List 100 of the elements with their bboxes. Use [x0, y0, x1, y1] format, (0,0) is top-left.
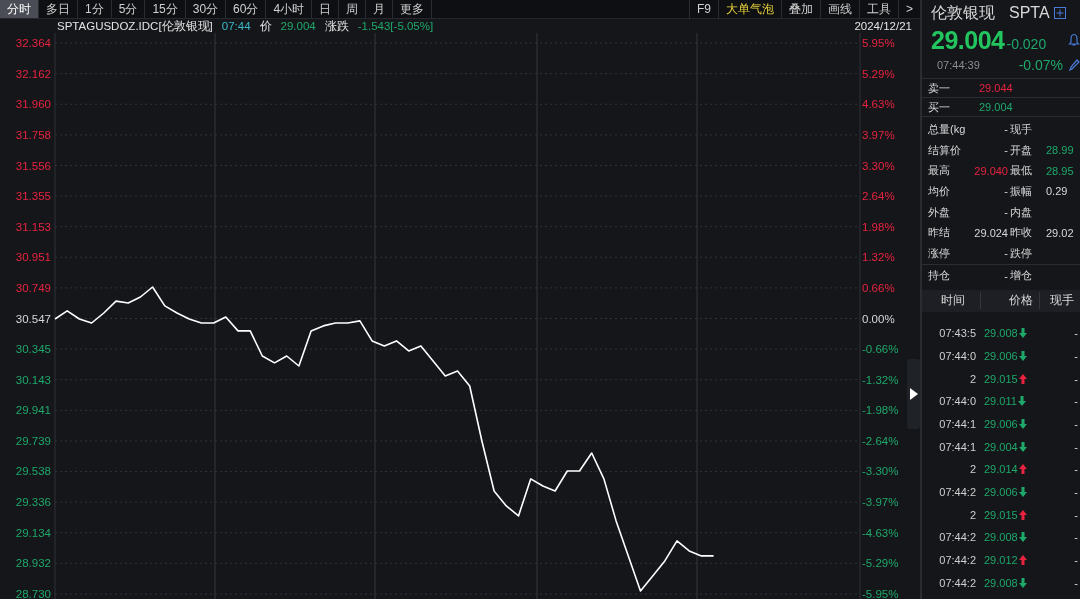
tick-price: 29.006 — [984, 349, 1018, 362]
tool-button[interactable]: F9 — [688, 0, 718, 18]
tick-time: 07:44:0 — [938, 349, 976, 362]
column-header: 价格 — [981, 292, 1040, 310]
pencil-icon[interactable] — [1068, 58, 1080, 72]
stat-label: 最低 — [1010, 163, 1033, 179]
percent-axis-label: -2.64% — [862, 435, 899, 447]
change-value: -0.020 — [1006, 36, 1047, 52]
period-tab[interactable]: 4小时 — [266, 0, 313, 18]
percent-axis-label: 5.29% — [862, 67, 895, 80]
percent-axis-label: -4.63% — [862, 526, 899, 539]
price-axis-label: 30.749 — [15, 281, 51, 294]
tick-price: 29.008 — [984, 327, 1018, 340]
period-tab[interactable]: 多日 — [39, 0, 78, 18]
price-axis-label: 32.364 — [15, 37, 51, 49]
tick-volume: - — [1074, 372, 1078, 385]
price-axis-label: 31.960 — [15, 98, 51, 111]
tick-time: 07:44:2 — [938, 554, 976, 567]
period-tab[interactable]: 1分 — [78, 0, 112, 18]
last-price: 29.004 — [931, 26, 1005, 55]
stat-value: 29.024 — [973, 226, 1008, 239]
period-tab[interactable]: 周 — [339, 0, 367, 18]
tick-time: 07:44:2 — [938, 485, 976, 498]
tool-button[interactable]: 画线 — [820, 0, 859, 18]
stat-value: 28.95 — [1046, 164, 1074, 177]
stat-label: 内盘 — [1010, 204, 1033, 220]
tool-button[interactable]: 工具 — [859, 0, 898, 18]
column-header: 时间 — [926, 292, 981, 310]
tick-price: 29.015 — [984, 372, 1018, 385]
stat-label: 外盘 — [928, 204, 951, 220]
stat-label: 跌停 — [1010, 245, 1033, 261]
instrument-code: SPTA — [1009, 4, 1050, 22]
stat-label: 增仓 — [1010, 268, 1033, 284]
period-tab[interactable]: 60分 — [226, 0, 267, 18]
tick-price: 29.004 — [984, 440, 1018, 453]
stat-value: - — [1003, 269, 1008, 282]
ask-price: 29.044 — [979, 82, 1013, 94]
expand-panel-button[interactable] — [907, 359, 920, 429]
percent-axis-label: -1.32% — [862, 373, 899, 386]
tick-price: 29.008 — [984, 576, 1018, 589]
tool-button[interactable]: > — [898, 0, 920, 18]
stat-label: 昨结 — [928, 225, 951, 241]
add-icon[interactable] — [1053, 7, 1066, 19]
stat-label: 涨停 — [928, 245, 951, 261]
bid-price: 29.004 — [979, 101, 1013, 113]
price-axis-label: 30.345 — [15, 343, 51, 356]
period-tab[interactable]: 更多 — [393, 0, 433, 18]
stat-value: - — [1003, 206, 1008, 219]
percent-axis-label: 1.32% — [862, 251, 895, 264]
tick-volume: - — [1074, 508, 1078, 521]
tick-volume: - — [1074, 395, 1078, 408]
percent-axis-label: 3.30% — [862, 159, 895, 172]
tick-price: 29.006 — [984, 417, 1018, 430]
stat-label: 开盘 — [1010, 142, 1033, 158]
price-axis-label: 32.162 — [15, 67, 51, 80]
stat-value: 29.02 — [1046, 226, 1074, 239]
stat-label: 持仓 — [928, 268, 951, 284]
percent-axis-label: -5.95% — [862, 588, 899, 599]
tick-price: 29.006 — [984, 485, 1018, 498]
price-axis-label: 30.143 — [15, 373, 51, 386]
tick-price: 29.012 — [984, 554, 1018, 567]
percent-axis-label: 0.66% — [862, 281, 895, 294]
tick-volume: - — [1074, 485, 1078, 498]
price-axis-label: 29.134 — [15, 526, 51, 539]
tick-volume: - — [1074, 576, 1078, 589]
price-axis-label: 29.538 — [15, 465, 51, 478]
symbol-label: SPTAGUSDOZ.IDC[伦敦银现] — [57, 18, 213, 34]
tick-time: 2 — [968, 463, 976, 476]
stat-value: - — [1003, 185, 1008, 198]
tool-button[interactable]: 叠加 — [781, 0, 820, 18]
tick-time: 07:44:2 — [938, 531, 976, 544]
stat-label: 昨收 — [1010, 225, 1033, 241]
tick-volume: - — [1074, 531, 1078, 544]
percent-axis-label: -3.30% — [862, 465, 899, 478]
period-tab[interactable]: 分时 — [0, 0, 39, 18]
price-axis-label: 29.941 — [15, 404, 51, 417]
period-tab[interactable]: 日 — [312, 0, 340, 18]
tick-time: 07:43:5 — [938, 327, 976, 340]
stat-label: 均价 — [928, 183, 951, 199]
price-axis-label: 28.730 — [15, 588, 51, 599]
tick-price: 29.011 — [984, 395, 1017, 408]
stat-value: 28.99 — [1046, 144, 1074, 157]
price-axis-label: 29.336 — [15, 496, 51, 509]
change-label: 涨跌 — [324, 18, 349, 34]
tick-price: 29.015 — [984, 508, 1018, 521]
period-tab[interactable]: 30分 — [185, 0, 227, 18]
stat-label: 总量(kg — [928, 121, 967, 137]
stat-value: - — [1003, 123, 1008, 136]
period-tab[interactable]: 5分 — [111, 0, 146, 18]
period-tab[interactable]: 月 — [366, 0, 394, 18]
tick-time: 07:44:0 — [938, 395, 976, 408]
tool-button[interactable]: 大单气泡 — [718, 0, 781, 18]
percent-axis-label: -5.29% — [862, 557, 899, 570]
percent-axis-label: 4.63% — [862, 98, 895, 111]
instrument-name: 伦敦银现 — [931, 2, 995, 23]
tick-volume: - — [1074, 417, 1078, 430]
price-axis-label: 31.355 — [15, 190, 51, 202]
bid-label: 买一 — [928, 99, 950, 115]
period-tab[interactable]: 15分 — [145, 0, 186, 18]
bell-icon[interactable] — [1068, 33, 1080, 47]
